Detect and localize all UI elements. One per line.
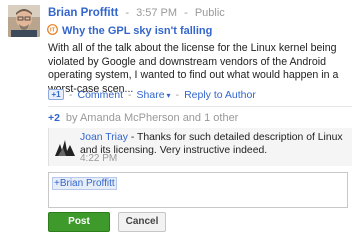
reply-input[interactable]: +Brian Proffitt xyxy=(48,172,348,208)
chevron-down-icon: ▾ xyxy=(166,90,171,100)
commenter-name[interactable]: Joan Triay xyxy=(80,132,128,143)
divider xyxy=(48,106,352,107)
shared-link-title[interactable]: Why the GPL sky isn't falling xyxy=(62,25,212,37)
post-visibility[interactable]: Public xyxy=(195,7,225,19)
post-actions: +1 - Comment - Share ▾ - Reply to Author xyxy=(48,88,256,101)
comment-time[interactable]: 4:22 PM xyxy=(80,153,117,164)
action-separator-3: - xyxy=(175,88,180,101)
shared-link[interactable]: IT Why the GPL sky isn't falling xyxy=(47,24,212,38)
comment-content: Joan Triay - Thanks for such detailed de… xyxy=(80,131,348,158)
shared-link-icon: IT xyxy=(47,24,58,38)
comment-link[interactable]: Comment xyxy=(78,89,124,101)
plusone-button[interactable]: +1 xyxy=(48,89,64,100)
action-separator: - xyxy=(69,88,73,101)
plusone-summary[interactable]: +2 by Amanda McPherson and 1 other xyxy=(48,112,238,124)
svg-text:IT: IT xyxy=(50,28,56,34)
plusone-by[interactable]: by Amanda McPherson and 1 other xyxy=(66,112,238,124)
post-comment-button[interactable]: Post comment xyxy=(48,212,110,245)
share-label: Share xyxy=(136,88,165,101)
mention-chip[interactable]: +Brian Proffitt xyxy=(52,177,117,190)
action-separator-2: - xyxy=(128,88,132,101)
commenter-avatar[interactable] xyxy=(54,136,76,158)
plusone-count[interactable]: +2 xyxy=(48,112,60,124)
header-separator-2: - xyxy=(184,7,188,19)
author-avatar[interactable] xyxy=(8,5,40,37)
reply-to-author-link[interactable]: Reply to Author xyxy=(184,89,256,101)
share-link[interactable]: Share ▾ xyxy=(137,89,171,101)
cancel-button[interactable]: Cancel xyxy=(118,212,166,232)
author-name[interactable]: Brian Proffitt xyxy=(48,7,118,19)
post-header: Brian Proffitt - 3:57 PM - Public xyxy=(48,7,225,20)
header-separator: - xyxy=(125,7,130,19)
post-time[interactable]: 3:57 PM xyxy=(136,7,177,19)
